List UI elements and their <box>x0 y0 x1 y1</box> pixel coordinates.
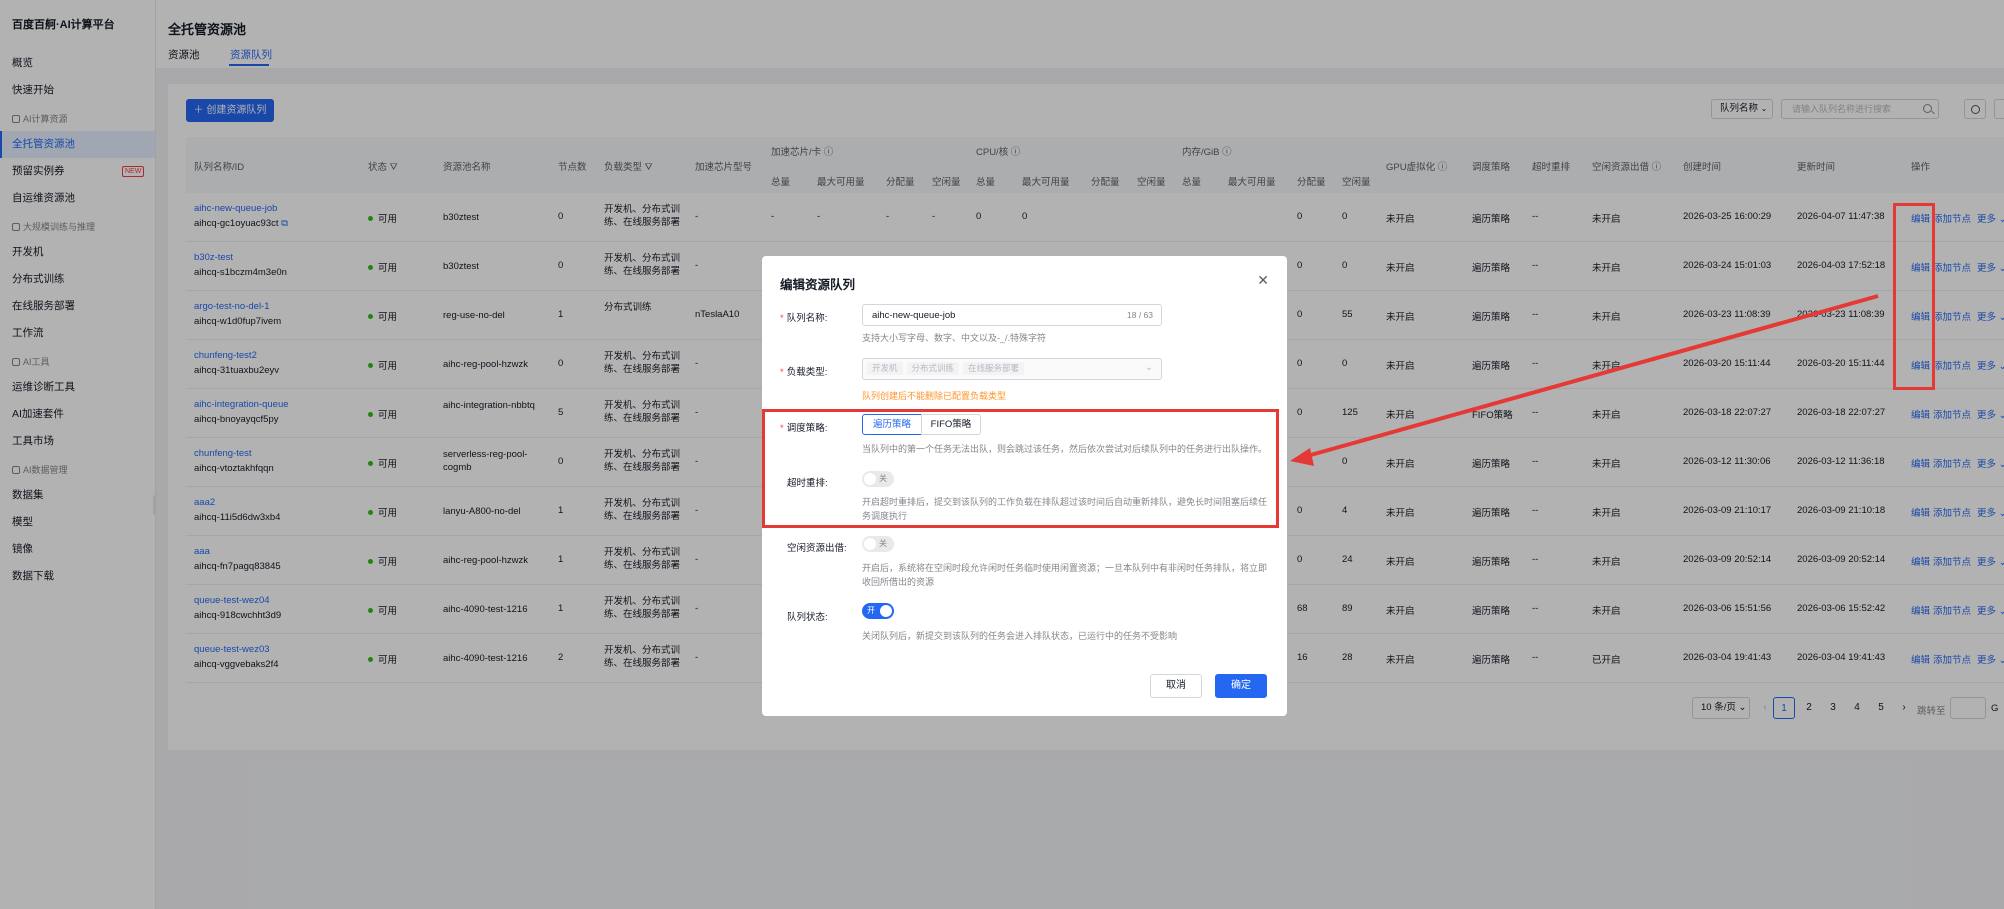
annotation-arrow <box>1290 294 1879 466</box>
